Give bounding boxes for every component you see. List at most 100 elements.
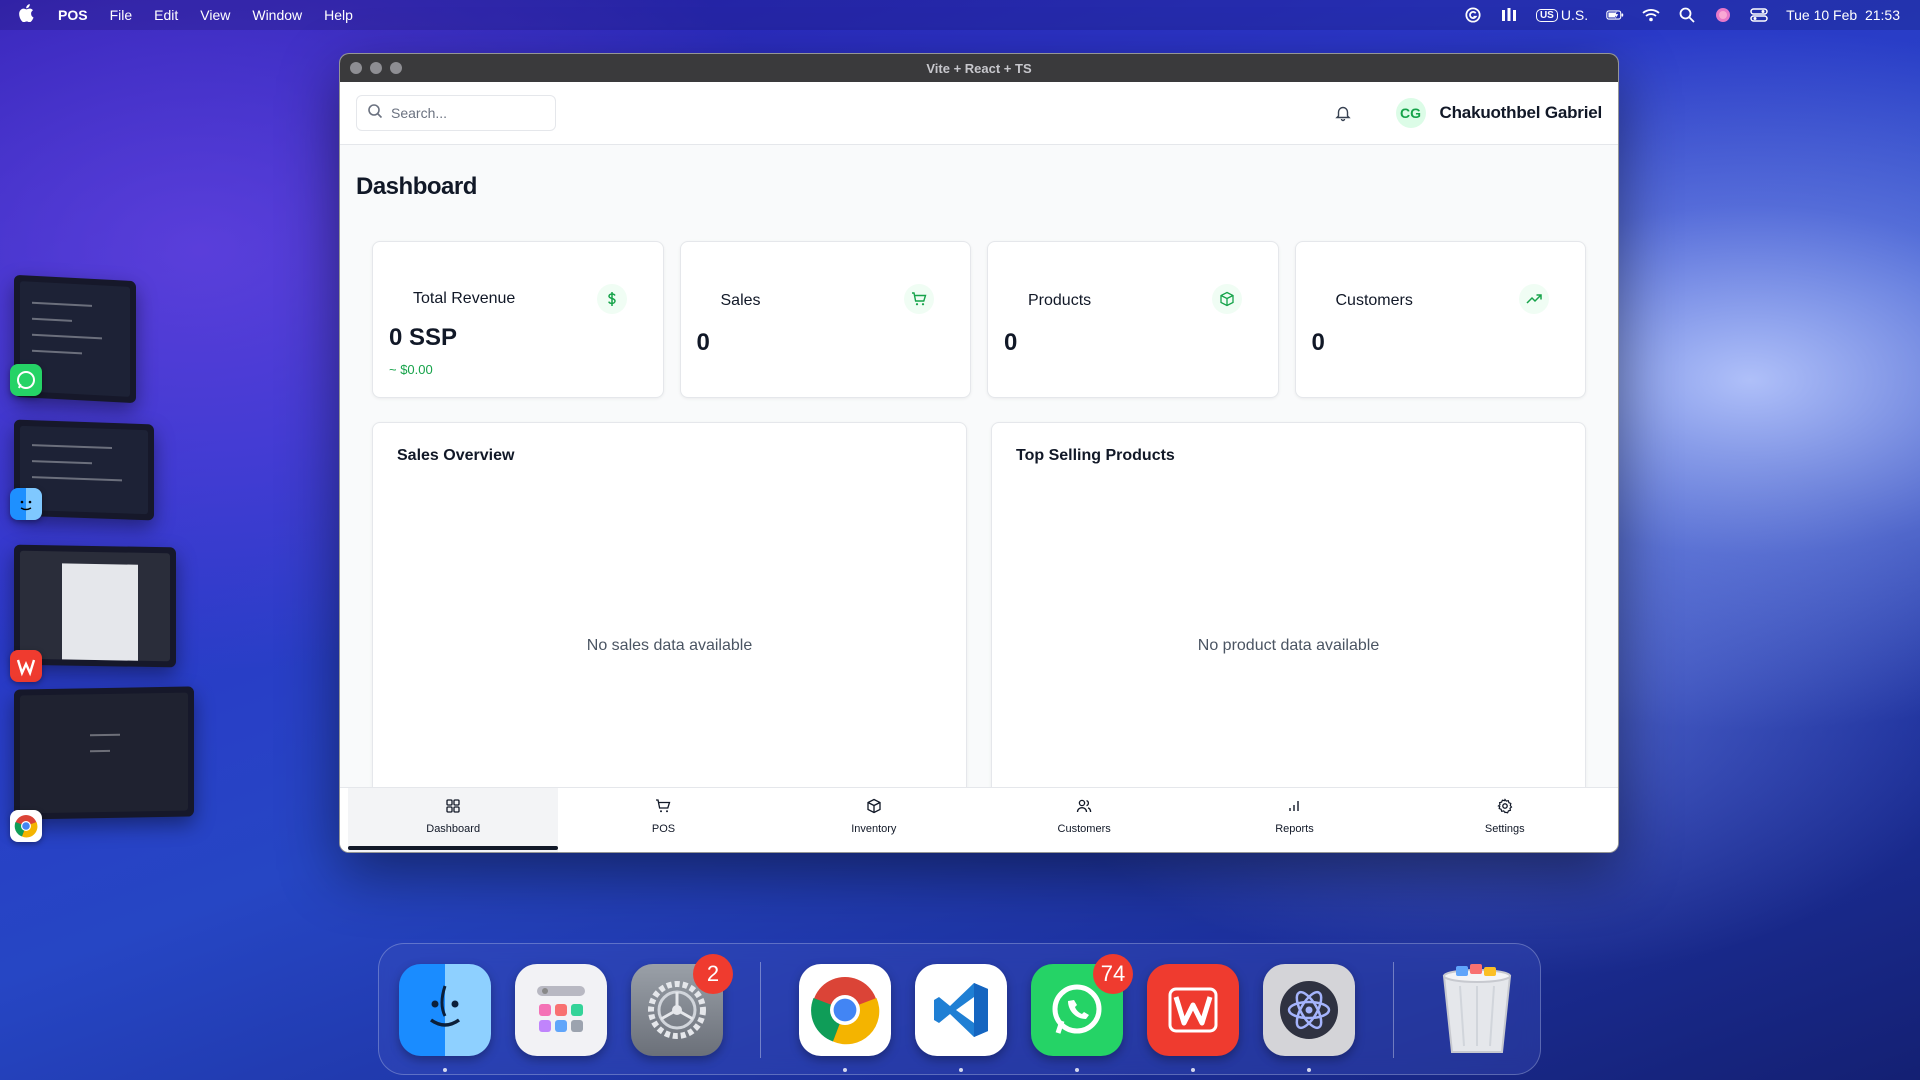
whatsapp-running-indicator <box>1075 1068 1079 1072</box>
stat-value: 0 <box>1311 329 1325 356</box>
stat-value: 0 <box>696 329 710 356</box>
wps-office-icon[interactable] <box>1147 964 1239 1056</box>
users-icon <box>1076 798 1092 817</box>
stat-card-products: Products 0 <box>987 241 1279 398</box>
nav-label: Dashboard <box>426 823 481 835</box>
menu-view[interactable]: View <box>200 7 230 23</box>
menu-edit[interactable]: Edit <box>154 7 178 23</box>
notification-badge: 74 <box>1093 954 1133 994</box>
nav-reports[interactable]: Reports <box>1189 788 1399 852</box>
package-icon <box>866 798 882 817</box>
panels-row: Sales Overview No sales data available T… <box>356 422 1602 788</box>
grid-icon <box>445 798 461 817</box>
sales-overview-panel: Sales Overview No sales data available <box>372 422 967 788</box>
chrome-stage-icon[interactable] <box>10 810 42 842</box>
nav-customers[interactable]: Customers <box>979 788 1189 852</box>
menu-file[interactable]: File <box>110 7 133 23</box>
wifi-icon[interactable] <box>1642 7 1660 23</box>
panel-title: Top Selling Products <box>1016 447 1175 464</box>
grammarly-icon[interactable] <box>1464 7 1482 23</box>
stat-card-sales: Sales 0 <box>679 241 971 398</box>
stage-thumbnail-chrome[interactable] <box>14 686 194 820</box>
electron-icon[interactable] <box>1263 964 1355 1056</box>
stage-thumbnail-wps[interactable] <box>14 544 176 668</box>
stat-label: Customers <box>1335 292 1413 309</box>
panel-title: Sales Overview <box>397 447 515 464</box>
whatsapp-stage-icon[interactable] <box>10 364 42 396</box>
wps-stage-icon[interactable] <box>10 650 42 682</box>
siri-icon[interactable] <box>1714 7 1732 23</box>
package-icon <box>1211 284 1242 314</box>
top-selling-products-panel: Top Selling Products No product data ava… <box>991 422 1586 788</box>
nav-label: Settings <box>1484 823 1525 835</box>
stats-row: Total Revenue 0 SSP ~ $0.00 Sales 0 Prod… <box>356 241 1602 398</box>
stat-label: Products <box>1028 292 1092 309</box>
trending-up-icon <box>1519 284 1549 314</box>
search-input[interactable] <box>391 105 541 121</box>
cloud-app-icon[interactable] <box>1500 7 1518 23</box>
top-bar: CG Chakuothbel Gabriel <box>340 82 1618 145</box>
stat-subvalue: ~ $0.00 <box>389 362 433 377</box>
stat-value: 0 <box>1004 329 1018 356</box>
dock-separator <box>1393 962 1394 1058</box>
cart-icon <box>655 798 671 817</box>
page-title: Dashboard <box>356 173 477 200</box>
bottom-nav: Dashboard POS Inventory Customers Report… <box>340 787 1618 852</box>
menu-help[interactable]: Help <box>324 7 353 23</box>
stat-card-customers: Customers 0 <box>1294 241 1586 398</box>
stat-label: Total Revenue <box>413 290 516 307</box>
whatsapp-icon[interactable]: 74 <box>1031 954 1133 1056</box>
search-box[interactable] <box>356 95 556 131</box>
finder-icon[interactable] <box>399 964 491 1056</box>
empty-state-message: No sales data available <box>586 637 753 654</box>
vscode-icon[interactable] <box>915 964 1007 1056</box>
nav-dashboard[interactable]: Dashboard <box>348 788 559 852</box>
menu-bar: POS File Edit View Window Help US U.S. T… <box>0 0 1920 30</box>
chrome-running-indicator <box>843 1068 847 1072</box>
stat-value: 0 SSP <box>389 324 458 351</box>
clock[interactable]: Tue 10 Feb 21:53 <box>1786 7 1900 23</box>
chrome-icon[interactable] <box>799 964 891 1056</box>
window-titlebar[interactable]: Vite + React + TS <box>340 54 1618 82</box>
cart-icon <box>904 284 934 314</box>
vscode-running-indicator <box>959 1068 963 1072</box>
main-content: Dashboard Total Revenue 0 SSP ~ $0.00 Sa… <box>340 145 1618 788</box>
nav-settings[interactable]: Settings <box>1400 788 1610 852</box>
input-source-badge: US <box>1535 8 1558 22</box>
dock: 2 74 <box>378 943 1541 1075</box>
system-settings-icon[interactable]: 2 <box>631 954 733 1056</box>
nav-inventory[interactable]: Inventory <box>769 788 979 852</box>
apple-icon[interactable] <box>18 3 36 27</box>
avatar[interactable]: CG <box>1395 98 1426 128</box>
stat-card-total-revenue: Total Revenue 0 SSP ~ $0.00 <box>372 241 664 398</box>
battery-icon[interactable] <box>1606 7 1624 23</box>
nav-pos[interactable]: POS <box>558 788 768 852</box>
bar-chart-icon <box>1286 798 1302 817</box>
nav-label: Reports <box>1275 823 1314 835</box>
search-icon <box>367 103 383 124</box>
gear-icon <box>1497 798 1513 817</box>
nav-label: Customers <box>1057 823 1111 835</box>
window-title: Vite + React + TS <box>926 60 1032 76</box>
finder-running-indicator <box>443 1068 447 1072</box>
trash-icon[interactable] <box>1431 964 1523 1056</box>
empty-state-message: No product data available <box>1197 637 1380 654</box>
menu-app-name[interactable]: POS <box>58 7 88 23</box>
stat-label: Sales <box>720 292 761 309</box>
notification-badge: 2 <box>693 954 733 994</box>
finder-stage-icon[interactable] <box>10 488 42 520</box>
nav-label: Inventory <box>851 823 897 835</box>
wps-running-indicator <box>1191 1068 1195 1072</box>
bell-icon[interactable] <box>1334 104 1352 122</box>
launchpad-icon[interactable] <box>515 964 607 1056</box>
app-window: Vite + React + TS CG Chakuothbel Gabriel… <box>339 53 1619 853</box>
input-source[interactable]: US U.S. <box>1535 7 1588 23</box>
electron-running-indicator <box>1307 1068 1311 1072</box>
dock-separator <box>760 962 761 1058</box>
nav-label: POS <box>651 823 676 835</box>
control-center-icon[interactable] <box>1750 7 1768 23</box>
spotlight-search-icon[interactable] <box>1678 7 1696 23</box>
menu-window[interactable]: Window <box>252 7 302 23</box>
dollar-icon <box>596 284 627 314</box>
user-name[interactable]: Chakuothbel Gabriel <box>1440 103 1603 123</box>
